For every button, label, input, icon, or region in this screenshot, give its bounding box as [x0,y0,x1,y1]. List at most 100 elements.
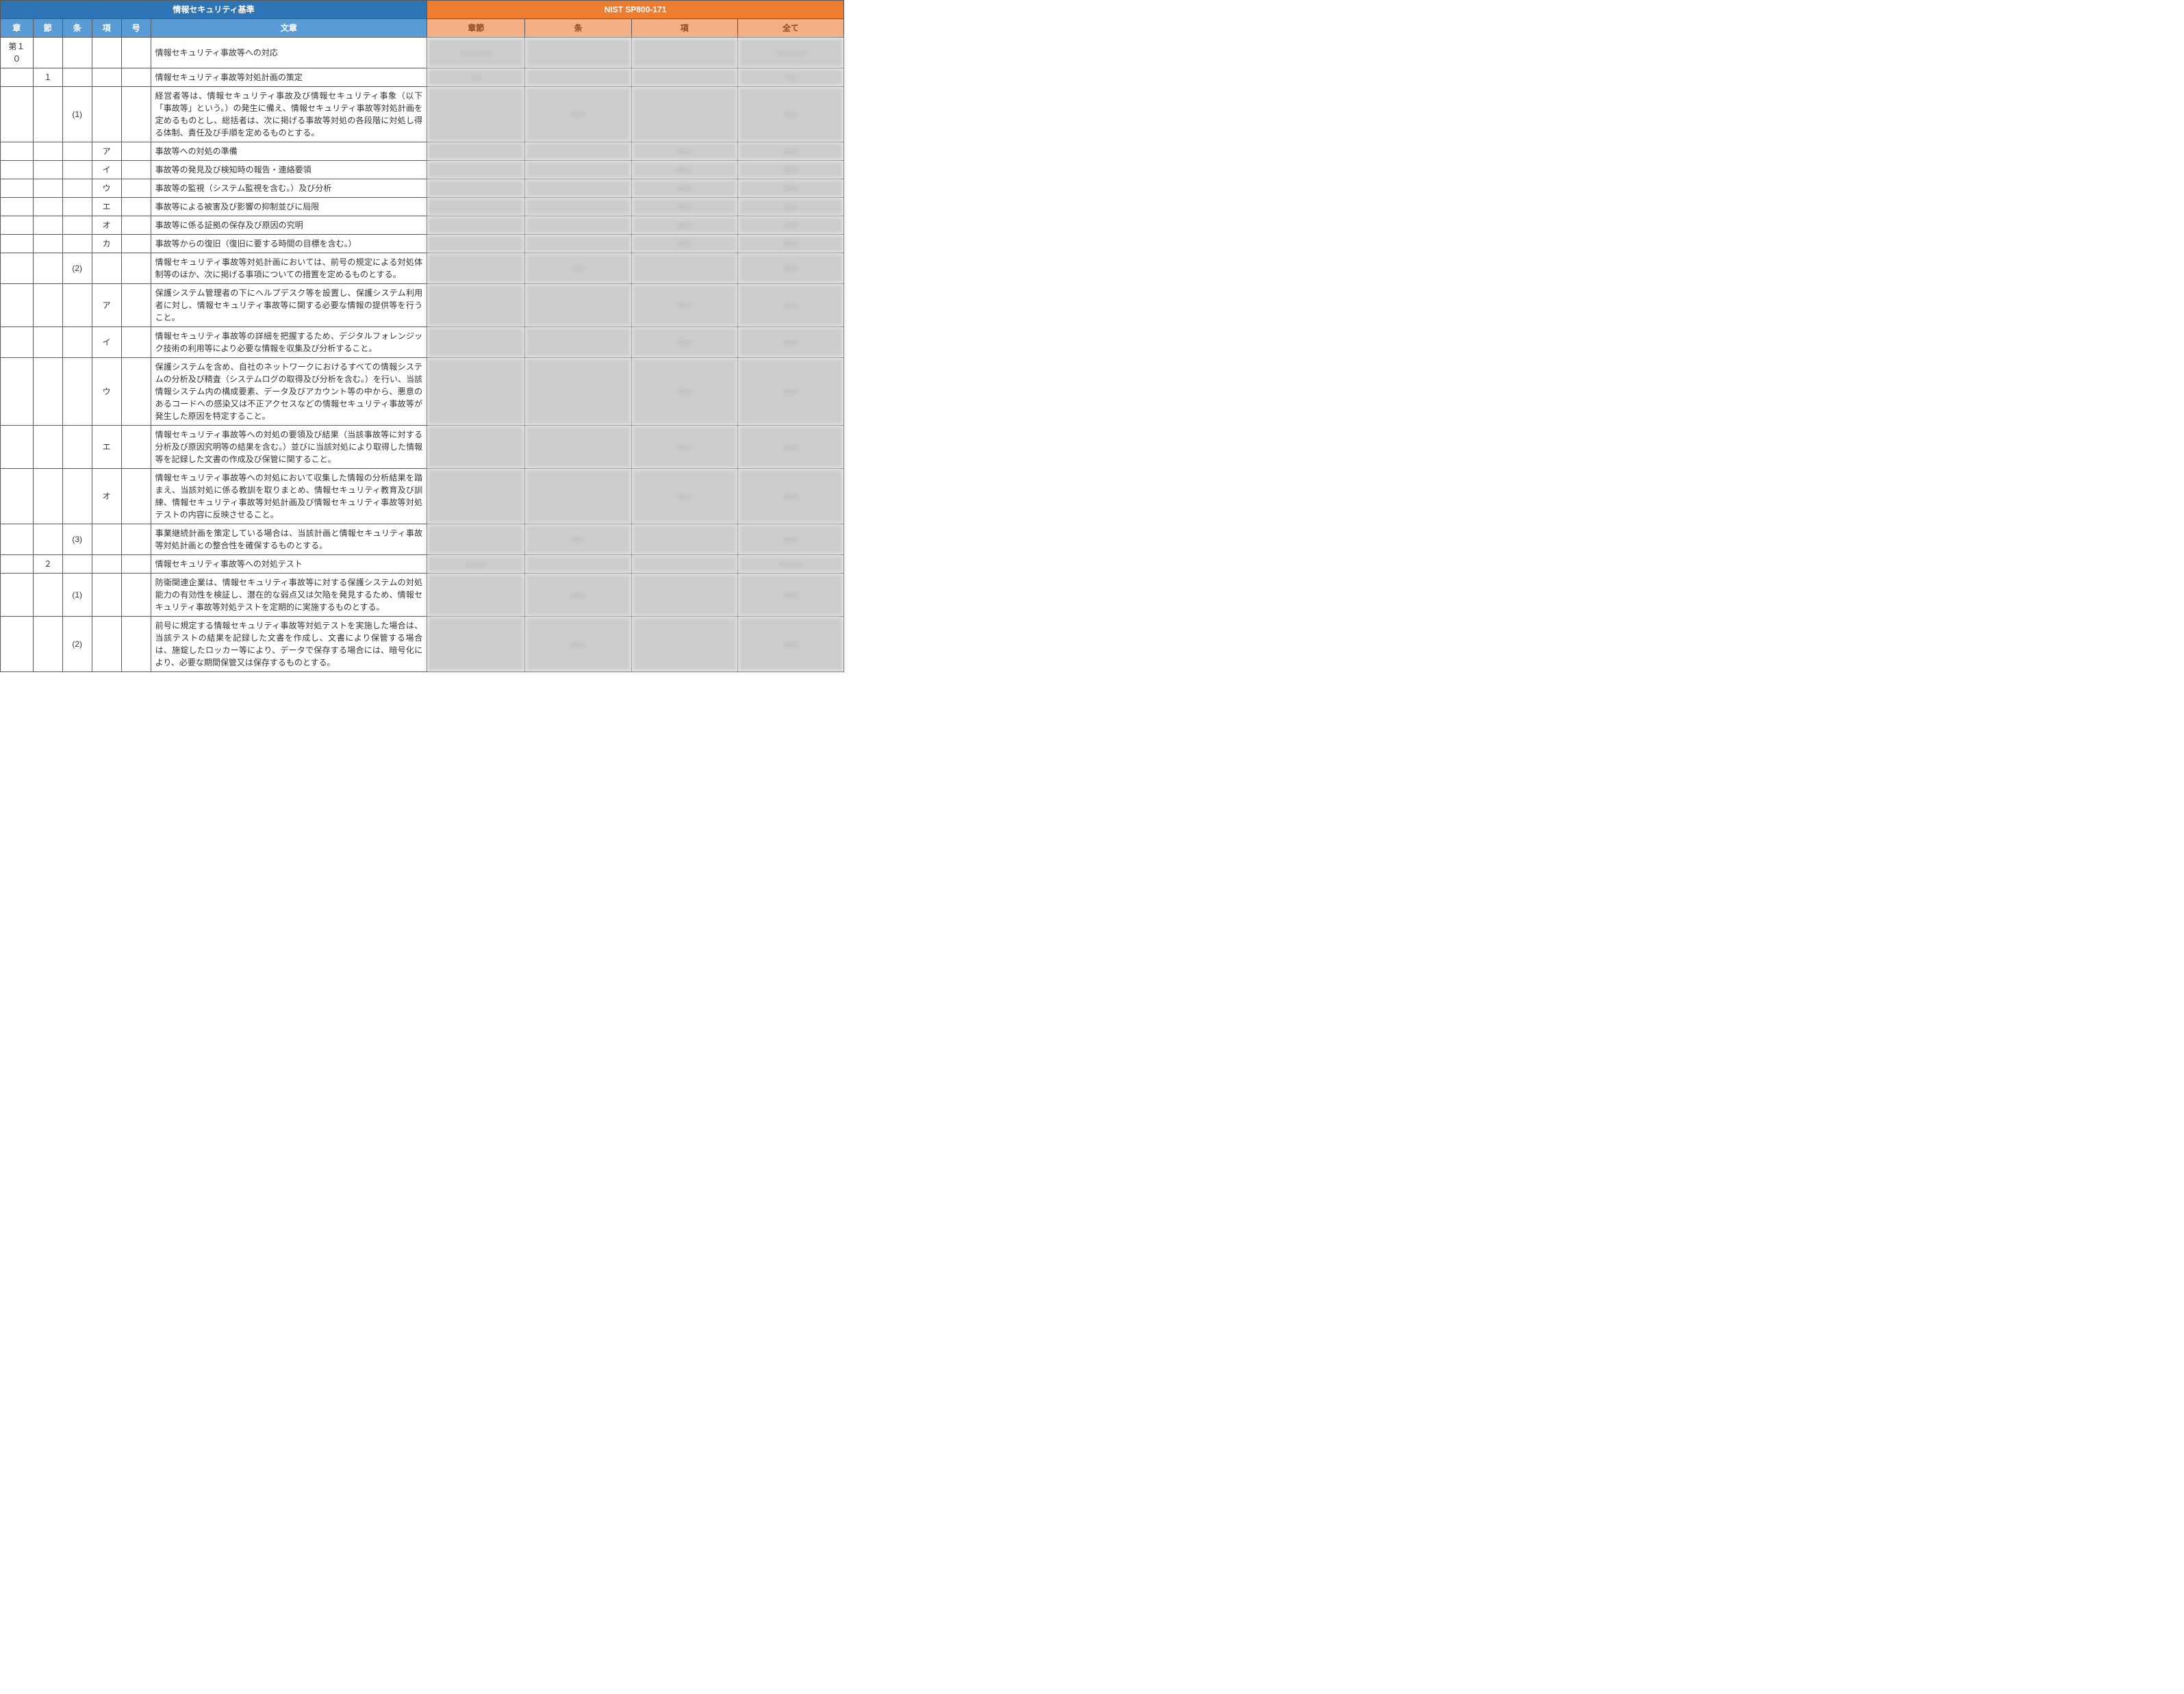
cell-jo [62,38,92,68]
cell-kou: エ [92,198,121,216]
cell-nist-n1 [427,426,525,469]
cell-nist-n1 [427,216,525,235]
cell-kou: オ [92,469,121,524]
cell-kou [92,617,121,672]
cell-nist-n2 [525,179,631,198]
cell-nist-n2 [525,555,631,574]
cell-bunsho: 情報セキュリティ事故等への対処テスト [151,555,427,574]
cell-nist-n3: xx.x [631,426,737,469]
cell-kou [92,38,121,68]
cell-bunsho: 防衛関連企業は、情報セキュリティ事故等に対する保護システムの対処能力の有効性を検… [151,574,427,617]
cell-nist-n1 [427,235,525,253]
cell-kou [92,574,121,617]
cell-sho [1,617,34,672]
cell-gou [121,216,151,235]
cell-gou [121,38,151,68]
cell-sho [1,235,34,253]
cell-sho [1,555,34,574]
cell-nist-n3: xx.x [631,235,737,253]
table-row: (1)経営者等は、情報セキュリティ事故及び情報セキュリティ事象（以下「事故等」と… [1,87,844,142]
cell-setsu [33,426,62,469]
cell-jo [62,198,92,216]
cell-nist-n1 [427,253,525,284]
cell-nist-n3: xx.x [631,142,737,161]
cell-jo [62,68,92,87]
cell-jo: (3) [62,524,92,555]
cell-setsu [33,617,62,672]
cell-gou [121,426,151,469]
cell-gou [121,574,151,617]
cell-bunsho: 事故等の発見及び検知時の報告・連絡要領 [151,161,427,179]
cell-setsu: ２ [33,555,62,574]
cell-nist-n3: xx.x [631,284,737,327]
cell-setsu [33,469,62,524]
cell-nist-n3: xx.x [631,358,737,426]
cell-bunsho: 情報セキュリティ事故等対処計画においては、前号の規定による対処体制等のほか、次に… [151,253,427,284]
cell-setsu [33,179,62,198]
mapping-table: 情報セキュリティ基準 NIST SP800-171 章 節 条 項 号 文章 章… [0,0,844,672]
cell-jo: (1) [62,574,92,617]
cell-nist-n4: xx.x [737,216,843,235]
cell-nist-n4: x.x x.x [737,555,843,574]
cell-nist-n1 [427,284,525,327]
cell-sho: 第１０ [1,38,34,68]
cell-bunsho: 情報セキュリティ事故等への対処において収集した情報の分析結果を踏まえ、当該対処に… [151,469,427,524]
cell-nist-n4: xx.x [737,574,843,617]
cell-nist-n4: xx.x [737,284,843,327]
table-row: 第１０情報セキュリティ事故等への対応x.x x.x x.xx.x x.x x.x [1,38,844,68]
cell-sho [1,574,34,617]
col-header-nist-kou: 項 [631,19,737,38]
cell-gou [121,284,151,327]
table-row: ２情報セキュリティ事故等への対処テストx.x x.xx.x x.x [1,555,844,574]
cell-kou [92,87,121,142]
table-row: カ事故等からの復旧（復旧に要する時間の目標を含む。）xx.xxx.x [1,235,844,253]
cell-nist-n1: x.x x.x x.x [427,38,525,68]
cell-nist-n2 [525,198,631,216]
cell-setsu [33,574,62,617]
cell-nist-n4: xx.x [737,179,843,198]
cell-nist-n3 [631,68,737,87]
cell-kou: ア [92,142,121,161]
cell-gou [121,524,151,555]
cell-sho [1,327,34,358]
cell-setsu [33,284,62,327]
cell-sho [1,161,34,179]
cell-bunsho: 保護システム管理者の下にヘルプデスク等を設置し、保護システム利用者に対し、情報セ… [151,284,427,327]
cell-bunsho: 事故等からの復旧（復旧に要する時間の目標を含む。） [151,235,427,253]
cell-nist-n1 [427,87,525,142]
col-header-setsu: 節 [33,19,62,38]
cell-nist-n4: x.x x.x x.x [737,38,843,68]
cell-nist-n4: xx.x [737,253,843,284]
cell-jo [62,179,92,198]
cell-setsu [33,327,62,358]
cell-sho [1,198,34,216]
col-header-gou: 号 [121,19,151,38]
table-row: イ情報セキュリティ事故等の詳細を把握するため、デジタルフォレンジック技術の利用等… [1,327,844,358]
cell-nist-n4: xx.x [737,235,843,253]
cell-nist-n3: xx.x [631,179,737,198]
col-header-jo: 条 [62,19,92,38]
cell-nist-n3 [631,253,737,284]
cell-gou [121,198,151,216]
cell-setsu [33,235,62,253]
cell-nist-n4: xx.x [737,617,843,672]
col-header-sho: 章 [1,19,34,38]
cell-nist-n3: xx.x [631,161,737,179]
table-row: エ情報セキュリティ事故等への対処の要領及び結果（当該事故等に対する分析及び原因究… [1,426,844,469]
table-row: エ事故等による被害及び影響の抑制並びに局限xx.xxx.x [1,198,844,216]
cell-setsu [33,216,62,235]
cell-gou [121,469,151,524]
cell-kou: イ [92,161,121,179]
cell-nist-n3 [631,87,737,142]
cell-gou [121,358,151,426]
cell-bunsho: 事故等による被害及び影響の抑制並びに局限 [151,198,427,216]
cell-gou [121,327,151,358]
table-row: (1) 防衛関連企業は、情報セキュリティ事故等に対する保護システムの対処能力の有効… [1,574,844,617]
cell-nist-n1 [427,161,525,179]
cell-nist-n1 [427,179,525,198]
cell-bunsho: 事故等に係る証拠の保存及び原因の究明 [151,216,427,235]
cell-nist-n4: xx.x [737,524,843,555]
cell-nist-n2 [525,38,631,68]
cell-sho [1,426,34,469]
cell-nist-n2: xx.x [525,524,631,555]
